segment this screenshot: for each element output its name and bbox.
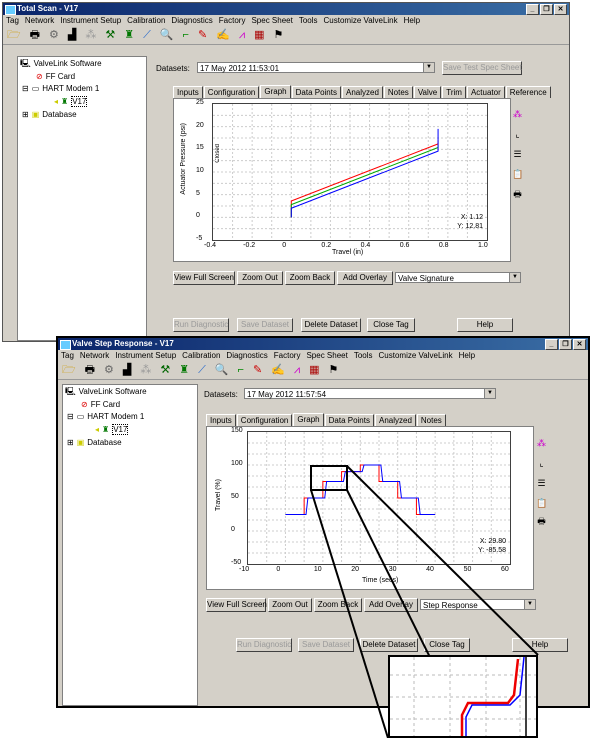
zoom-source-box (310, 465, 348, 491)
callout-line-right (346, 465, 539, 656)
zoom-callout-lines (310, 465, 539, 738)
zoomed-step-detail (390, 657, 536, 736)
zoomed-detail-inset (388, 655, 538, 738)
callout-line-left (310, 489, 389, 738)
